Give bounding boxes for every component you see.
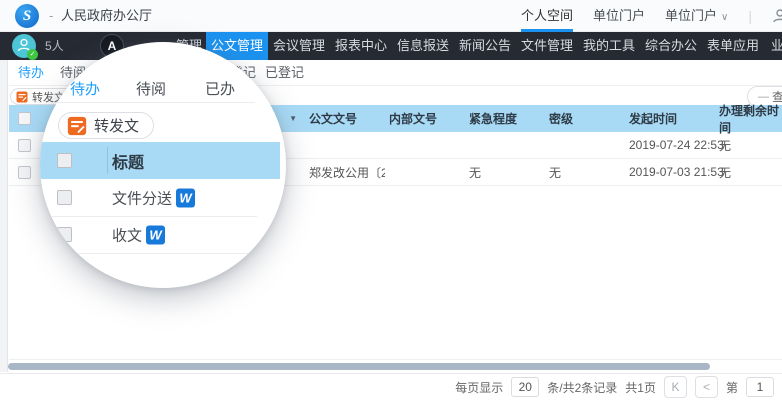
magnifier-forward-doc-label: 转发文 <box>94 115 139 136</box>
row-checkbox[interactable] <box>18 166 31 179</box>
title-separator: - <box>49 0 53 32</box>
magnifier-header-divider <box>107 147 108 174</box>
records-text: 条/共2条记录 <box>547 379 617 396</box>
magnifier-row-checkbox[interactable] <box>57 190 72 205</box>
magnifier-tab-toread[interactable]: 待阅 <box>136 78 166 99</box>
user-count: 5人 <box>45 32 64 60</box>
per-page-label: 每页显示 <box>455 379 503 396</box>
cell-doc-no: 郑发改公用〔201... <box>305 164 385 181</box>
page-number-input[interactable] <box>746 377 774 397</box>
content-bottom-border <box>9 359 782 360</box>
horizontal-scrollbar[interactable] <box>8 363 710 370</box>
titlebar-links: 个人空间 单位门户 单位门户 ∨ | <box>521 0 782 32</box>
word-file-icon: W <box>146 225 165 244</box>
tab-registered[interactable]: 已登记 <box>265 60 304 86</box>
nav-item-info-submit[interactable]: 信息报送 <box>392 32 454 60</box>
magnifier-doc-title-link[interactable]: 文件分送 <box>112 187 172 208</box>
avatar[interactable]: ✓ <box>12 34 36 58</box>
titlebar: S - 人民政府办公厅 个人空间 单位门户 单位门户 ∨ | <box>0 0 782 32</box>
col-secrecy: 密级 <box>545 110 625 127</box>
first-page-button[interactable]: K <box>664 376 687 398</box>
col-doc-no: 公文文号 <box>305 110 385 127</box>
col-remaining: 办理剩余时间 <box>715 102 781 136</box>
col-start-time: 发起时间 <box>625 110 715 127</box>
per-page-input[interactable] <box>511 377 539 397</box>
nav-item-report-center[interactable]: 报表中心 <box>330 32 392 60</box>
magnifier-forward-doc-button[interactable]: 转发文 <box>58 112 154 139</box>
nav-item-file-mgmt[interactable]: 文件管理 <box>516 32 578 60</box>
link-unit-portal-2-label: 单位门户 <box>665 8 717 23</box>
link-personal-space[interactable]: 个人空间 <box>521 0 573 32</box>
magnifier-row-divider <box>60 253 250 254</box>
magnifier-tab-todo[interactable]: 待办 <box>70 78 100 99</box>
magnifier-doc-title-link[interactable]: 收文 <box>112 224 142 245</box>
link-unit-portal-2[interactable]: 单位门户 ∨ <box>665 0 728 32</box>
tab-todo[interactable]: 待办 <box>18 60 44 86</box>
page-prefix: 第 <box>726 379 738 396</box>
column-filter-caret-icon[interactable]: ▼ <box>289 114 297 123</box>
titlebar-divider: | <box>748 8 752 24</box>
total-pages-text: 共1页 <box>625 379 656 396</box>
word-file-icon: W <box>176 188 195 207</box>
cell-urgency: 无 <box>465 164 545 181</box>
nav-item-news[interactable]: 新闻公告 <box>454 32 516 60</box>
cell-remaining: 无 <box>715 164 781 181</box>
link-unit-portal-1[interactable]: 单位门户 <box>593 0 645 32</box>
nav-item-meeting-mgmt[interactable]: 会议管理 <box>268 32 330 60</box>
pagination-bar: 每页显示 条/共2条记录 共1页 K < 第 页 <box>0 373 782 400</box>
forward-doc-icon <box>67 116 87 136</box>
magnifier-tab-divider <box>55 102 255 103</box>
row-checkbox[interactable] <box>18 139 31 152</box>
magnifier-row[interactable]: 文件分送W <box>40 179 286 216</box>
cell-start-time: 2019-07-24 22:53 <box>625 138 715 152</box>
magnifier-select-all-checkbox[interactable] <box>57 153 72 168</box>
nav-items: 管理 公文管理 会议管理 报表中心 信息报送 新闻公告 文件管理 我的工具 综合… <box>176 32 782 60</box>
forward-doc-icon <box>16 91 28 103</box>
magnifier-tab-done[interactable]: 已办 <box>205 78 235 99</box>
app-logo-icon: S <box>15 4 39 28</box>
cell-start-time: 2019-07-03 21:53 <box>625 165 715 179</box>
magnifier-overlay: 待办 待阅 已办 转发文 标题 文件分送W 收文W <box>40 42 286 288</box>
select-all-checkbox[interactable] <box>18 112 31 125</box>
magnifier-row[interactable]: 收文W <box>40 216 286 253</box>
page-title: 人民政府办公厅 <box>61 0 152 32</box>
nav-item-general-office[interactable]: 综合办公 <box>640 32 702 60</box>
magnifier-row-checkbox[interactable] <box>57 227 72 242</box>
online-check-icon: ✓ <box>27 49 38 60</box>
prev-page-button[interactable]: < <box>695 376 718 398</box>
magnifier-table-header: 标题 <box>40 142 280 179</box>
cell-remaining: 无 <box>715 137 781 154</box>
col-urgency: 紧急程度 <box>465 110 545 127</box>
user-icon[interactable] <box>772 8 782 24</box>
cell-secrecy: 无 <box>545 164 625 181</box>
col-internal-no: 内部文号 <box>385 110 465 127</box>
magnifier-col-title: 标题 <box>112 149 144 173</box>
nav-item-business[interactable]: 业 <box>764 32 782 60</box>
chevron-down-icon: ∨ <box>721 12 728 23</box>
nav-item-my-tools[interactable]: 我的工具 <box>578 32 640 60</box>
left-gutter <box>0 60 8 372</box>
nav-item-form-app[interactable]: 表单应用 <box>702 32 764 60</box>
